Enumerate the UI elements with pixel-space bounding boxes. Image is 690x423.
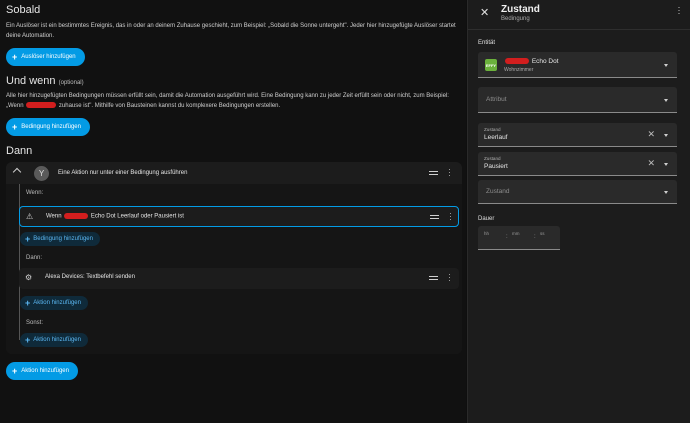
- duration-seconds[interactable]: ss: [540, 231, 545, 236]
- plus-icon: +: [12, 121, 18, 132]
- trigger-section-title: Sobald: [6, 4, 41, 16]
- entity-area: Wohnzimmer: [504, 67, 534, 73]
- drag-handle-icon[interactable]: [429, 171, 438, 175]
- more-vert-icon[interactable]: · · ·: [449, 210, 452, 224]
- state-placeholder-3: Zustand: [486, 188, 510, 195]
- condition-suffix: Echo Dot Leerlauf oder Pausiert ist: [90, 213, 184, 220]
- add-else-action-label: Aktion hinzufügen: [33, 337, 81, 343]
- condition-state-icon: ⚠: [26, 212, 34, 221]
- service-action-icon: ⚙: [25, 273, 33, 282]
- state-select-3[interactable]: Zustand: [478, 180, 677, 204]
- entity-name: Echo Dot: [504, 58, 559, 65]
- optional-label: (optional): [58, 80, 84, 86]
- choose-icon: Y: [34, 166, 49, 181]
- add-condition-button[interactable]: + Bedingung hinzufügen: [6, 118, 90, 136]
- plus-icon: +: [25, 334, 31, 345]
- close-icon[interactable]: ✕: [480, 6, 489, 19]
- condition-section-title: Und wenn (optional): [6, 75, 84, 87]
- condition-description: Alle hier hinzugefügten Bedingungen müss…: [6, 91, 461, 111]
- panel-subtitle: Bedingung: [501, 16, 530, 22]
- drag-handle-icon[interactable]: [430, 215, 439, 219]
- else-label: Sonst:: [26, 320, 44, 326]
- duration-minutes[interactable]: mm: [512, 231, 520, 236]
- action-row[interactable]: ⚙ Alexa Devices: Textbefehl senden · · ·: [19, 268, 459, 289]
- trigger-description: Ein Auslöser ist ein bestimmtes Ereignis…: [6, 23, 456, 39]
- choose-action-card: Y Eine Aktion nur unter einer Bedingung …: [6, 162, 462, 354]
- action-row-text: Alexa Devices: Textbefehl senden: [45, 274, 135, 280]
- duration-label: Dauer: [478, 216, 495, 222]
- redaction-mark: [26, 102, 57, 109]
- attribute-select[interactable]: Attribut: [478, 87, 677, 113]
- state-label-2: Zustand: [484, 156, 501, 161]
- dropdown-arrow-icon[interactable]: [664, 64, 668, 67]
- add-inner-action-label: Aktion hinzufügen: [33, 300, 81, 306]
- add-trigger-button[interactable]: + Auslöser hinzufügen: [6, 48, 85, 66]
- action-section-title: Dann: [6, 145, 33, 157]
- then-label: Dann:: [26, 255, 43, 261]
- add-action-label: Aktion hinzufügen: [21, 368, 69, 374]
- plus-icon: +: [12, 51, 18, 62]
- chevron-up-icon[interactable]: [12, 167, 22, 177]
- redaction-mark: [505, 58, 529, 65]
- condition-row-text: Wenn Echo Dot Leerlauf oder Pausiert ist: [46, 213, 184, 220]
- duration-hours[interactable]: hh: [484, 231, 489, 236]
- plus-icon: +: [25, 233, 31, 244]
- drag-handle-icon[interactable]: [429, 276, 438, 280]
- more-vert-icon[interactable]: · · ·: [448, 166, 451, 180]
- duration-input[interactable]: hh : mm : ss: [478, 226, 560, 250]
- entity-name-text: Echo Dot: [531, 58, 559, 65]
- entity-device-icon: EFFY: [485, 59, 497, 71]
- add-inner-condition-button[interactable]: + Bedingung hinzufügen: [20, 232, 100, 246]
- automation-editor: Sobald Ein Auslöser ist ein bestimmtes E…: [0, 0, 466, 423]
- clear-icon[interactable]: ✕: [647, 129, 655, 140]
- panel-title: Zustand: [501, 4, 540, 15]
- condition-description-b: zuhause ist". Mithilfe von Bausteinen ka…: [58, 103, 281, 109]
- dropdown-arrow-icon[interactable]: [664, 99, 668, 102]
- clear-icon[interactable]: ✕: [647, 158, 655, 169]
- state-select-2[interactable]: Zustand Pausiert ✕: [478, 152, 677, 176]
- add-inner-condition-label: Bedingung hinzufügen: [33, 236, 93, 242]
- dropdown-arrow-icon[interactable]: [664, 191, 668, 194]
- condition-editor-panel: ✕ Zustand Bedingung · · · Entität EFFY Ech…: [467, 0, 690, 423]
- more-vert-icon[interactable]: · · ·: [448, 271, 451, 285]
- state-label-1: Zustand: [484, 127, 501, 132]
- condition-prefix: Wenn: [46, 213, 62, 220]
- entity-picker[interactable]: EFFY Echo Dot Wohnzimmer: [478, 52, 677, 78]
- add-else-action-button[interactable]: + Aktion hinzufügen: [20, 333, 88, 347]
- add-condition-label: Bedingung hinzufügen: [21, 124, 81, 130]
- add-trigger-label: Auslöser hinzufügen: [21, 54, 76, 60]
- add-inner-action-button[interactable]: + Aktion hinzufügen: [20, 296, 88, 310]
- choose-action-title: Eine Aktion nur unter einer Bedingung au…: [58, 170, 188, 176]
- attribute-placeholder: Attribut: [486, 96, 507, 103]
- dropdown-arrow-icon[interactable]: [664, 163, 668, 166]
- choose-action-header[interactable]: Y Eine Aktion nur unter einer Bedingung …: [6, 162, 462, 184]
- panel-divider: [468, 29, 690, 30]
- add-action-button[interactable]: + Aktion hinzufügen: [6, 362, 78, 380]
- dropdown-arrow-icon[interactable]: [664, 134, 668, 137]
- more-vert-icon[interactable]: · · ·: [677, 3, 681, 18]
- duration-separator: :: [506, 234, 508, 240]
- plus-icon: +: [12, 365, 18, 376]
- state-select-1[interactable]: Zustand Leerlauf ✕: [478, 123, 677, 147]
- duration-separator: :: [534, 234, 536, 240]
- plus-icon: +: [25, 297, 31, 308]
- state-value-1: Leerlauf: [484, 134, 508, 141]
- redaction-mark: [64, 213, 89, 219]
- condition-section-title-text: Und wenn: [6, 75, 56, 87]
- state-value-2: Pausiert: [484, 163, 508, 170]
- if-label: Wenn:: [26, 190, 44, 196]
- condition-row[interactable]: ⚠ Wenn Echo Dot Leerlauf oder Pausiert i…: [19, 206, 459, 227]
- entity-label: Entität: [478, 40, 496, 46]
